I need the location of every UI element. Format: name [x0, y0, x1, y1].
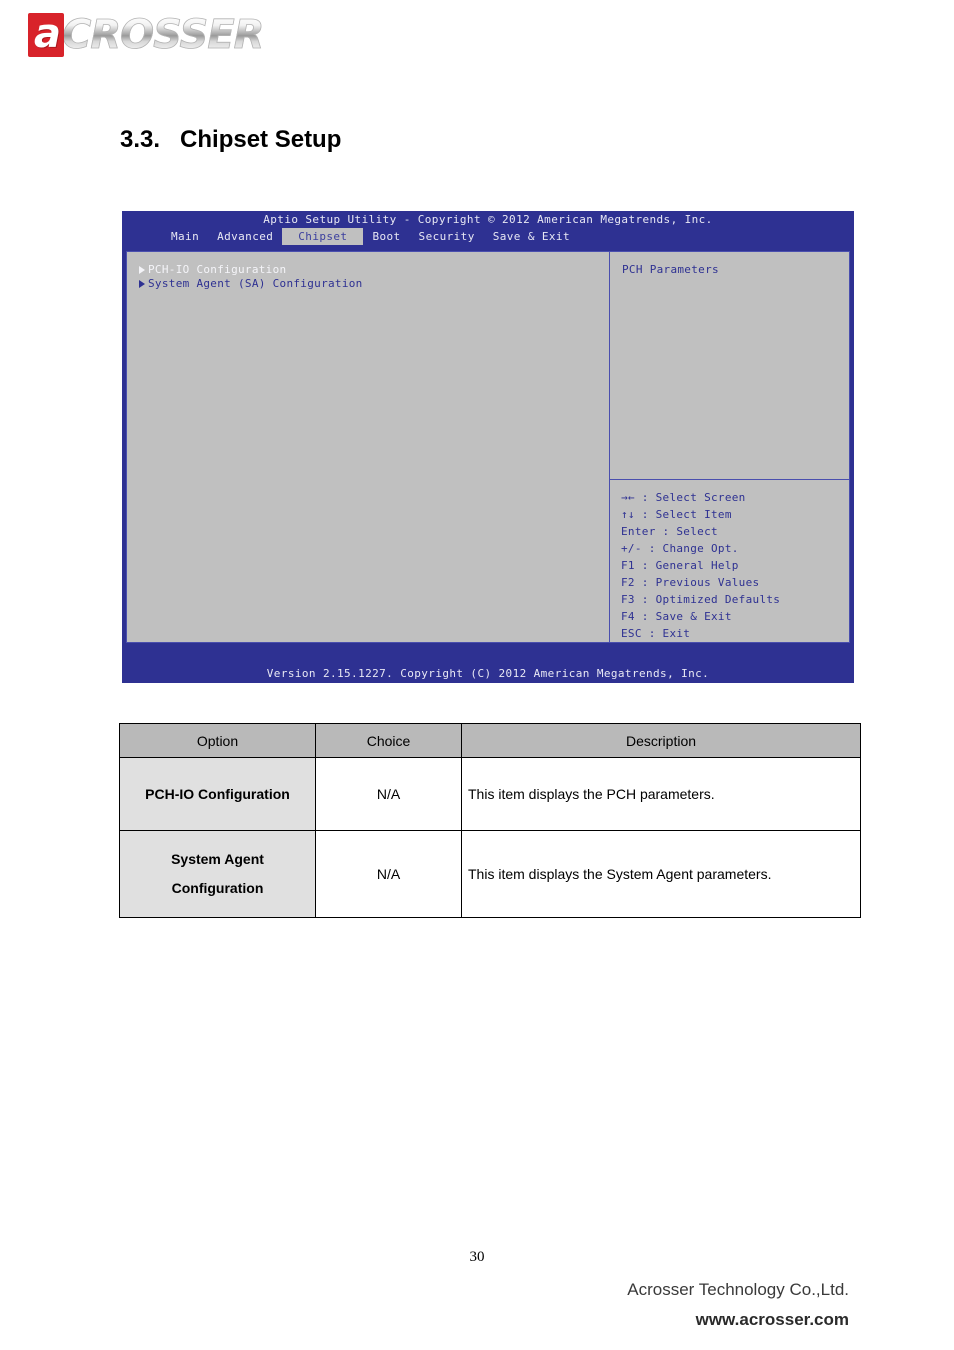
section-number: 3.3. — [120, 126, 161, 153]
bios-menu-item-system-agent-configuration[interactable]: System Agent (SA) Configuration — [139, 277, 609, 291]
footer-website-url: www.acrosser.com — [695, 1310, 849, 1329]
table-body: PCH-IO Configuration N/A This item displ… — [119, 757, 861, 918]
table-header-row: Option Choice Description — [119, 723, 861, 758]
bios-menu-item-label: System Agent (SA) Configuration — [148, 277, 363, 290]
bios-title-bar: Aptio Setup Utility - Copyright © 2012 A… — [263, 213, 713, 226]
bios-content-area: PCH-IO Configuration System Agent (SA) C… — [126, 251, 850, 643]
bios-tab-save-and-exit[interactable]: Save & Exit — [484, 228, 579, 245]
logo-text-crosser: CROSSER — [62, 12, 265, 58]
logo-reflection-letter-a: a — [28, 55, 64, 101]
cell-choice-system-agent-configuration: N/A — [315, 830, 462, 918]
bios-menu-item-label: PCH-IO Configuration — [148, 263, 287, 276]
bios-menu-panel: PCH-IO Configuration System Agent (SA) C… — [127, 252, 610, 642]
column-header-option: Option — [119, 723, 316, 758]
acrosser-logo: a CROSSER a CROSSER — [28, 12, 328, 101]
bios-side-panel: PCH Parameters →← : Select Screen ↑↓ : S… — [610, 252, 849, 642]
logo-reflection-wordmark: a CROSSER — [28, 54, 264, 101]
bios-tab-advanced[interactable]: Advanced — [208, 228, 282, 245]
column-header-choice: Choice — [315, 723, 462, 758]
page-number: 30 — [469, 1249, 485, 1265]
bios-help-panel: PCH Parameters — [610, 252, 849, 480]
legend-f3-optimized-defaults: F3 : Optimized Defaults — [621, 593, 781, 606]
column-header-description: Description — [461, 723, 861, 758]
section-title: Chipset Setup — [180, 126, 342, 153]
bios-tab-chipset[interactable]: Chipset — [282, 228, 364, 245]
legend-enter-select: Enter : Select — [621, 525, 718, 538]
bios-version-footer: Version 2.15.1227. Copyright (C) 2012 Am… — [266, 667, 710, 680]
logo-wordmark: a CROSSER — [28, 12, 265, 58]
bios-setup-screen: Aptio Setup Utility - Copyright © 2012 A… — [122, 211, 854, 683]
bios-menu-item-pch-io-configuration[interactable]: PCH-IO Configuration — [139, 263, 609, 277]
cell-description-system-agent-configuration: This item displays the System Agent para… — [461, 830, 861, 918]
submenu-arrow-icon — [139, 266, 145, 274]
legend-f4-save-and-exit: F4 : Save & Exit — [621, 610, 732, 623]
bios-tab-security[interactable]: Security — [410, 228, 484, 245]
legend-f1-general-help: F1 : General Help — [621, 559, 739, 572]
cell-option-pch-io-configuration: PCH-IO Configuration — [119, 757, 316, 831]
table-row: System Agent Configuration N/A This item… — [119, 830, 861, 918]
table-row: PCH-IO Configuration N/A This item displ… — [119, 757, 861, 831]
legend-esc-exit: ESC : Exit — [621, 627, 691, 640]
legend-select-item: ↑↓ : Select Item — [621, 508, 732, 521]
table-header: Option Choice Description — [119, 723, 861, 758]
logo-letter-a: a — [28, 13, 64, 57]
bios-menu-bar: Main Advanced Chipset Boot Security Save… — [122, 228, 854, 245]
bios-key-legend: →← : Select Screen ↑↓ : Select Item Ente… — [610, 480, 849, 642]
page-title: 3.3. Chipset Setup — [120, 126, 341, 154]
bios-help-text: PCH Parameters — [622, 263, 719, 276]
submenu-arrow-icon — [139, 280, 145, 288]
cell-option-system-agent-configuration: System Agent Configuration — [119, 830, 316, 918]
legend-f2-previous-values: F2 : Previous Values — [621, 576, 760, 589]
logo-reflection-text: CROSSER — [62, 54, 264, 101]
legend-change-opt: +/- : Change Opt. — [621, 542, 739, 555]
cell-choice-pch-io-configuration: N/A — [315, 757, 462, 831]
options-table: Option Choice Description PCH-IO Configu… — [119, 723, 861, 918]
footer-company-name: Acrosser Technology Co.,Ltd. — [627, 1280, 849, 1299]
bios-tab-main[interactable]: Main — [162, 228, 208, 245]
bios-tab-boot[interactable]: Boot — [363, 228, 409, 245]
cell-description-pch-io-configuration: This item displays the PCH parameters. — [461, 757, 861, 831]
legend-select-screen: →← : Select Screen — [621, 491, 746, 504]
